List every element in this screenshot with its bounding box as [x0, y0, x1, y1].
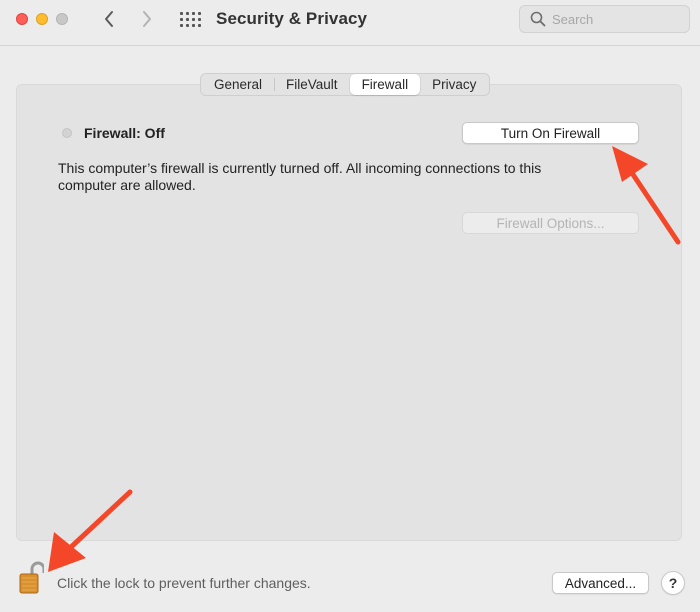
advanced-button[interactable]: Advanced... — [552, 572, 649, 594]
firewall-description: This computer’s firewall is currently tu… — [58, 160, 542, 193]
firewall-options-button[interactable]: Firewall Options... — [462, 212, 639, 234]
security-privacy-window: Security & Privacy General FileVault Fir… — [0, 0, 700, 612]
tab-privacy[interactable]: Privacy — [420, 74, 488, 95]
firewall-pane — [16, 84, 682, 541]
unlocked-padlock-icon[interactable] — [18, 561, 46, 595]
search-field[interactable] — [519, 5, 690, 33]
lock-hint-text: Click the lock to prevent further change… — [57, 575, 311, 591]
chevron-right-icon — [143, 11, 151, 27]
titlebar: Security & Privacy — [0, 0, 700, 46]
turn-on-firewall-button[interactable]: Turn On Firewall — [462, 122, 639, 144]
tab-bar: General FileVault Firewall Privacy — [200, 73, 491, 96]
show-all-grid-icon[interactable] — [178, 10, 202, 28]
back-button[interactable] — [96, 7, 122, 31]
tab-general[interactable]: General — [202, 74, 274, 95]
magnifying-glass-icon — [528, 9, 548, 29]
tab-firewall[interactable]: Firewall — [349, 74, 421, 95]
zoom-button[interactable] — [56, 13, 68, 25]
search-input[interactable] — [552, 11, 682, 27]
chevron-left-icon — [105, 11, 113, 27]
close-button[interactable] — [16, 13, 28, 25]
minimize-button[interactable] — [36, 13, 48, 25]
firewall-status-indicator — [62, 128, 72, 138]
tab-filevault[interactable]: FileVault — [274, 74, 350, 95]
firewall-status-label: Firewall: Off — [84, 125, 165, 141]
forward-button[interactable] — [134, 7, 160, 31]
window-title: Security & Privacy — [216, 9, 368, 28]
help-button[interactable]: ? — [661, 571, 685, 595]
